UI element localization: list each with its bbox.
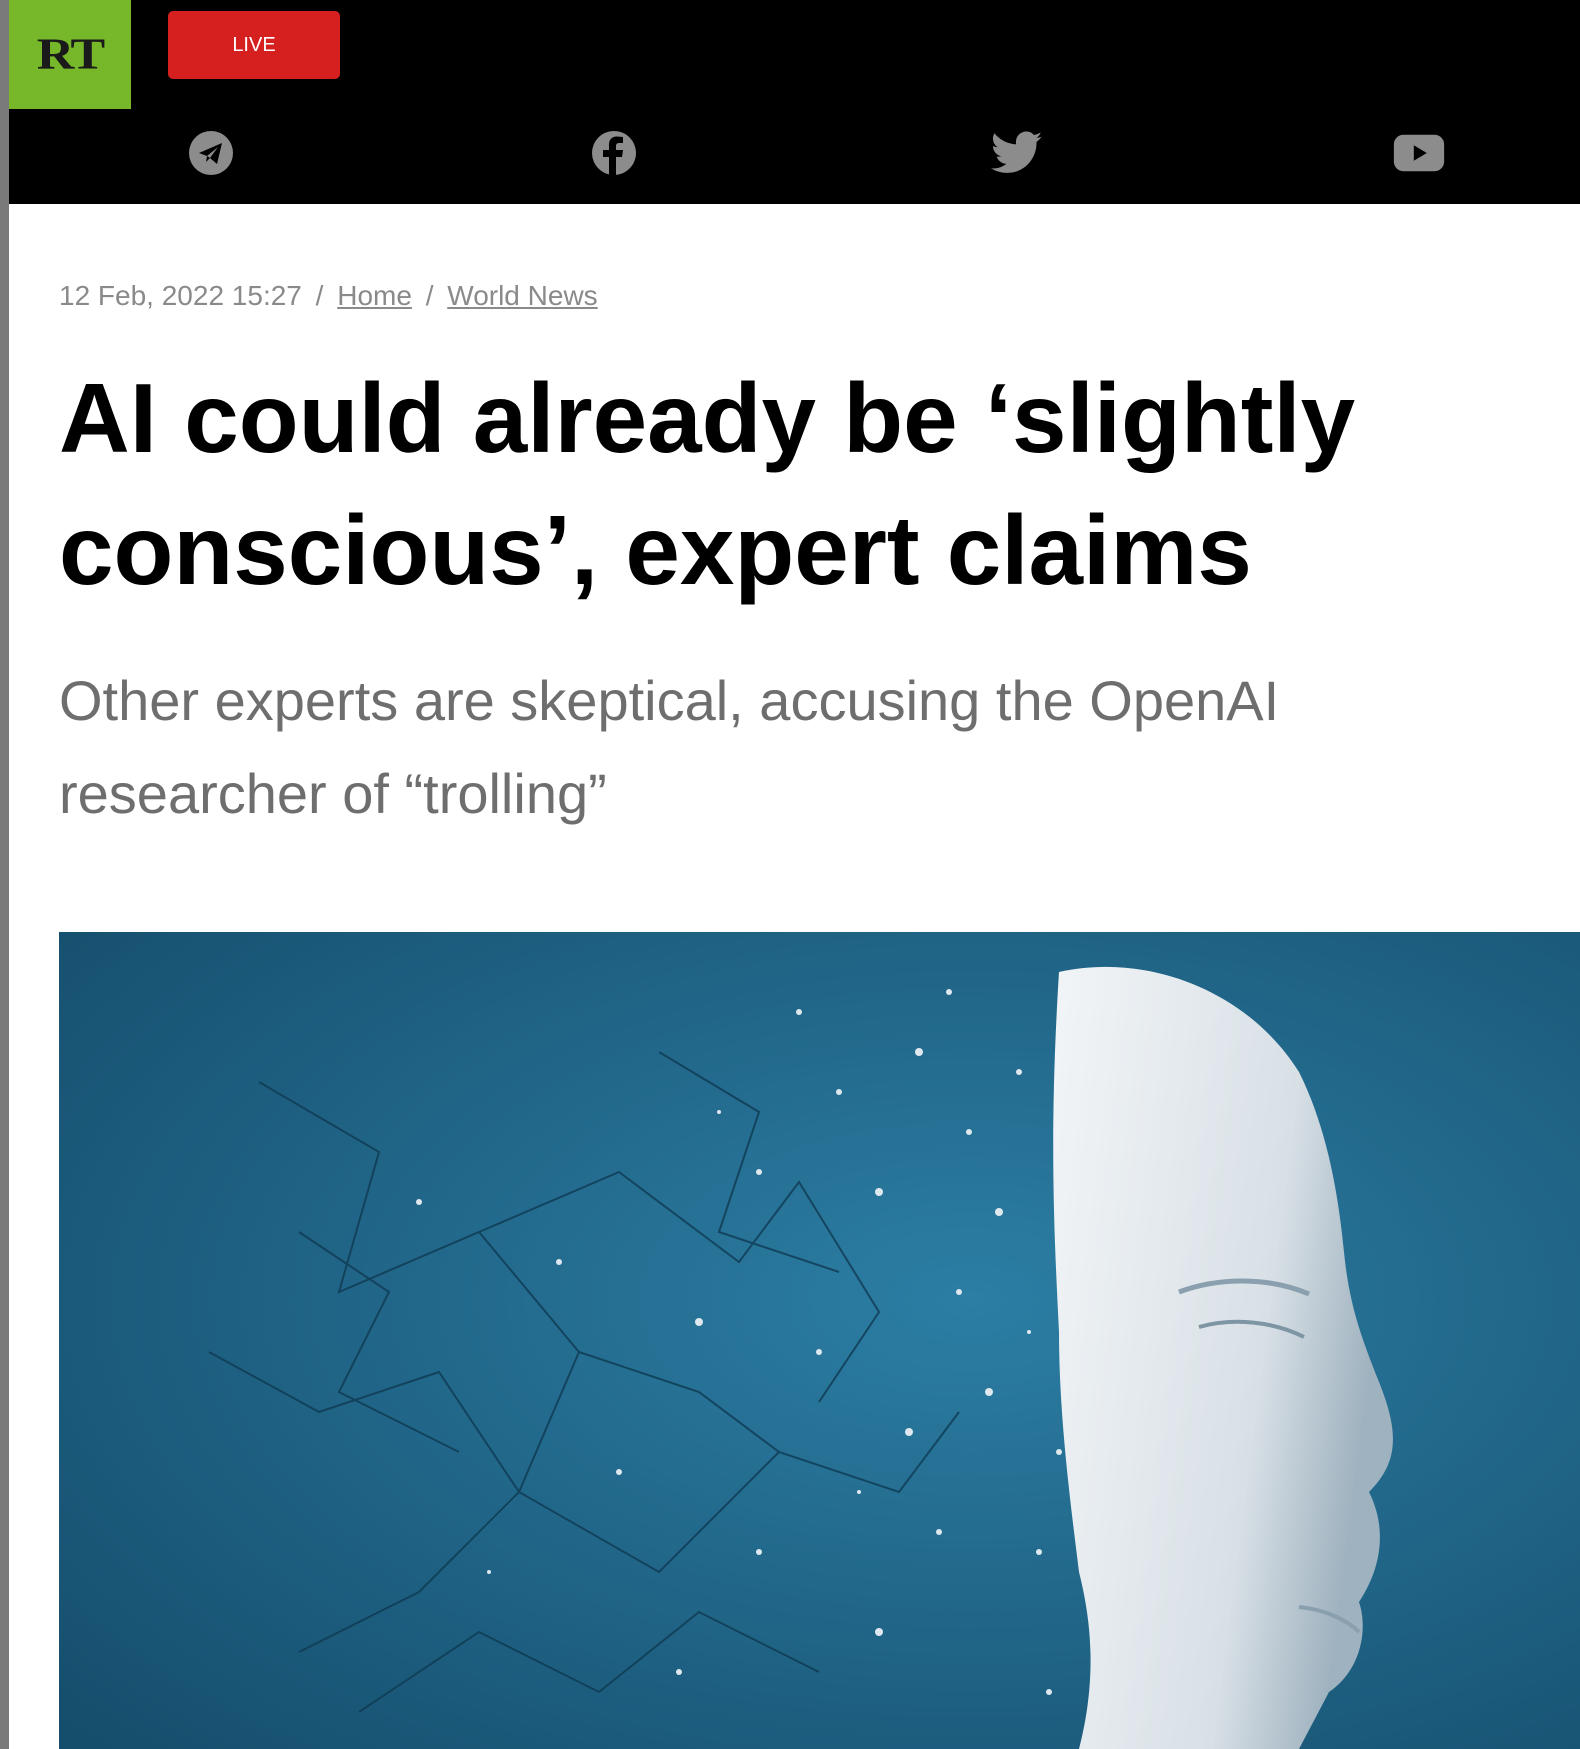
breadcrumb-separator: / <box>315 280 324 311</box>
twitter-icon[interactable] <box>991 127 1043 179</box>
hero-image <box>59 932 1580 1749</box>
rt-logo-text: RT <box>36 30 105 79</box>
article-headline: AI could already be ‘slightly conscious’… <box>59 363 1356 605</box>
site-header: RT LIVE <box>9 0 1580 204</box>
youtube-icon[interactable] <box>1393 127 1445 179</box>
facebook-icon[interactable] <box>588 127 640 179</box>
telegram-icon[interactable] <box>185 127 237 179</box>
breadcrumb-section-link[interactable]: World News <box>447 280 597 311</box>
rt-logo[interactable]: RT <box>9 0 131 109</box>
publish-date: 12 Feb, 2022 15:27 <box>59 280 302 311</box>
breadcrumb-home-link[interactable]: Home <box>337 280 412 311</box>
breadcrumb-separator: / <box>425 280 434 311</box>
article-meta: 12 Feb, 2022 15:27 / Home / World News <box>59 280 598 312</box>
article-subheadline: Other experts are skeptical, accusing th… <box>59 669 1280 825</box>
window-edge <box>0 0 9 1749</box>
live-button[interactable]: LIVE <box>168 11 340 79</box>
